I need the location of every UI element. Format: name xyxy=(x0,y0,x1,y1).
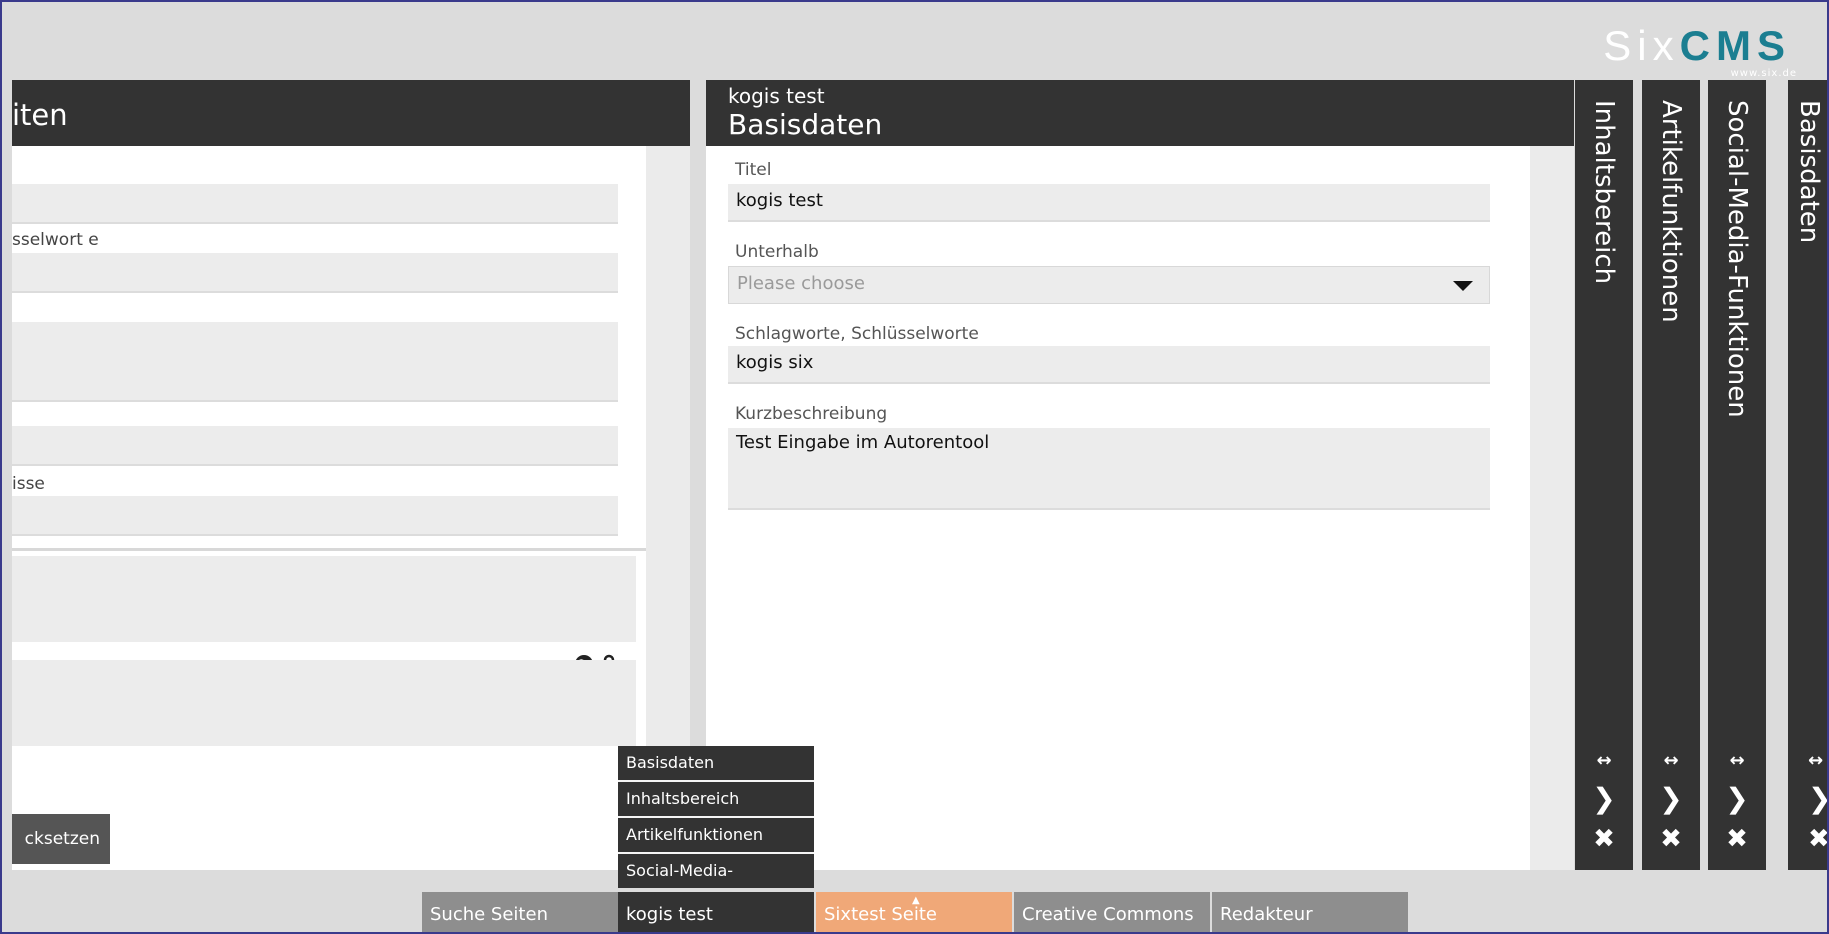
side-panel-label: Inhaltsbereich xyxy=(1589,100,1619,285)
left-panel-title: iten xyxy=(12,98,68,132)
schlagworte-input[interactable]: kogis six xyxy=(728,346,1490,384)
left-panel-body: sselwort e isse xyxy=(12,146,646,870)
kurzbeschreibung-label: Kurzbeschreibung xyxy=(735,404,888,424)
main-form: Titel kogis test Unterhalb Please choose… xyxy=(706,146,1530,870)
chevron-right-icon[interactable]: ❯ xyxy=(1708,785,1766,813)
left-box-1 xyxy=(12,556,636,642)
resize-icon[interactable]: ↔ xyxy=(1642,750,1700,771)
side-panel-inhaltsbereich[interactable]: Inhaltsbereich ↔ ❯ ✖ xyxy=(1575,80,1633,870)
popup-item-artikelfunktionen[interactable]: Artikelfunktionen xyxy=(618,818,814,854)
chevron-right-icon[interactable]: ❯ xyxy=(1642,785,1700,813)
tab-sixtest-seite-label: Sixtest Seite xyxy=(824,904,938,925)
main-panel-subtitle: kogis test xyxy=(728,84,825,108)
reset-button[interactable]: cksetzen xyxy=(12,814,110,864)
left-field-1[interactable] xyxy=(12,184,618,224)
close-icon[interactable]: ✖ xyxy=(1575,825,1633,853)
side-panel-label: Basisdaten xyxy=(1794,100,1824,244)
close-icon[interactable]: ✖ xyxy=(1708,825,1766,853)
resize-icon[interactable]: ↔ xyxy=(1575,750,1633,771)
kurzbeschreibung-textarea[interactable]: Test Eingabe im Autorentool xyxy=(728,428,1490,510)
popup-item-inhaltsbereich[interactable]: Inhaltsbereich xyxy=(618,782,814,818)
unterhalb-label: Unterhalb xyxy=(735,242,819,262)
popup-item-basisdaten[interactable]: Basisdaten xyxy=(618,746,814,782)
bottom-tab-bar: Suche Seiten kogis test ▲ Sixtest Seite … xyxy=(12,870,1827,932)
unterhalb-select[interactable]: Please choose xyxy=(728,266,1490,304)
side-panel-social-media[interactable]: Social-Media-Funktionen ↔ ❯ ✖ xyxy=(1708,80,1766,870)
logo-cms: CMS xyxy=(1679,22,1791,69)
side-panel-basisdaten[interactable]: Basisdaten ↔ ❯ ✖ xyxy=(1788,80,1827,870)
main-panel-header: kogis test Basisdaten xyxy=(706,80,1574,146)
tab-suche-seiten[interactable]: Suche Seiten xyxy=(422,892,618,932)
left-field-5[interactable] xyxy=(12,496,618,536)
main-panel: kogis test Basisdaten Titel kogis test U… xyxy=(706,80,1574,870)
tab-redakteur[interactable]: Redakteur xyxy=(1212,892,1408,932)
top-bar: SixCMS www.six.de xyxy=(12,8,1827,80)
left-keywords-label: sselwort e xyxy=(12,230,99,250)
side-panel-label: Artikelfunktionen xyxy=(1656,100,1686,323)
sixcms-logo: SixCMS xyxy=(1603,24,1791,68)
logo-six: Six xyxy=(1603,22,1680,69)
left-box-2 xyxy=(12,660,636,746)
left-divider xyxy=(12,548,646,551)
titel-input[interactable]: kogis test xyxy=(728,184,1490,222)
tab-popup-menu: Basisdaten Inhaltsbereich Artikelfunktio… xyxy=(618,746,814,888)
resize-icon[interactable]: ↔ xyxy=(1788,750,1827,771)
left-panel-header: iten xyxy=(12,80,690,146)
chevron-right-icon[interactable]: ❯ xyxy=(1575,785,1633,813)
chevron-right-icon[interactable]: ❯ xyxy=(1788,785,1827,813)
tab-creative-commons[interactable]: Creative Commons xyxy=(1014,892,1210,932)
left-panel: iten sselwort e isse cksetzen xyxy=(12,80,690,870)
left-links-label: isse xyxy=(12,474,45,494)
unterhalb-placeholder: Please choose xyxy=(737,273,865,294)
close-icon[interactable]: ✖ xyxy=(1642,825,1700,853)
schlagworte-label: Schlagworte, Schlüsselworte xyxy=(735,324,979,344)
left-field-3[interactable] xyxy=(12,322,618,402)
chevron-down-icon xyxy=(1453,281,1473,291)
resize-icon[interactable]: ↔ xyxy=(1708,750,1766,771)
tab-sixtest-seite[interactable]: ▲ Sixtest Seite xyxy=(816,892,1012,932)
logo-url: www.six.de xyxy=(1730,68,1797,79)
main-panel-title: Basisdaten xyxy=(728,108,883,141)
titel-label: Titel xyxy=(735,160,772,180)
popup-item-social-media[interactable]: Social-Media- xyxy=(618,854,814,888)
caret-up-icon: ▲ xyxy=(912,895,920,906)
close-icon[interactable]: ✖ xyxy=(1788,825,1827,853)
tab-kogis-test[interactable]: kogis test xyxy=(618,892,814,932)
side-panel-artikelfunktionen[interactable]: Artikelfunktionen ↔ ❯ ✖ xyxy=(1642,80,1700,870)
app-frame: SixCMS www.six.de iten sselwort e isse c… xyxy=(0,0,1829,934)
left-field-2[interactable] xyxy=(12,253,618,293)
left-field-4[interactable] xyxy=(12,426,618,466)
side-panel-label: Social-Media-Funktionen xyxy=(1722,100,1752,418)
